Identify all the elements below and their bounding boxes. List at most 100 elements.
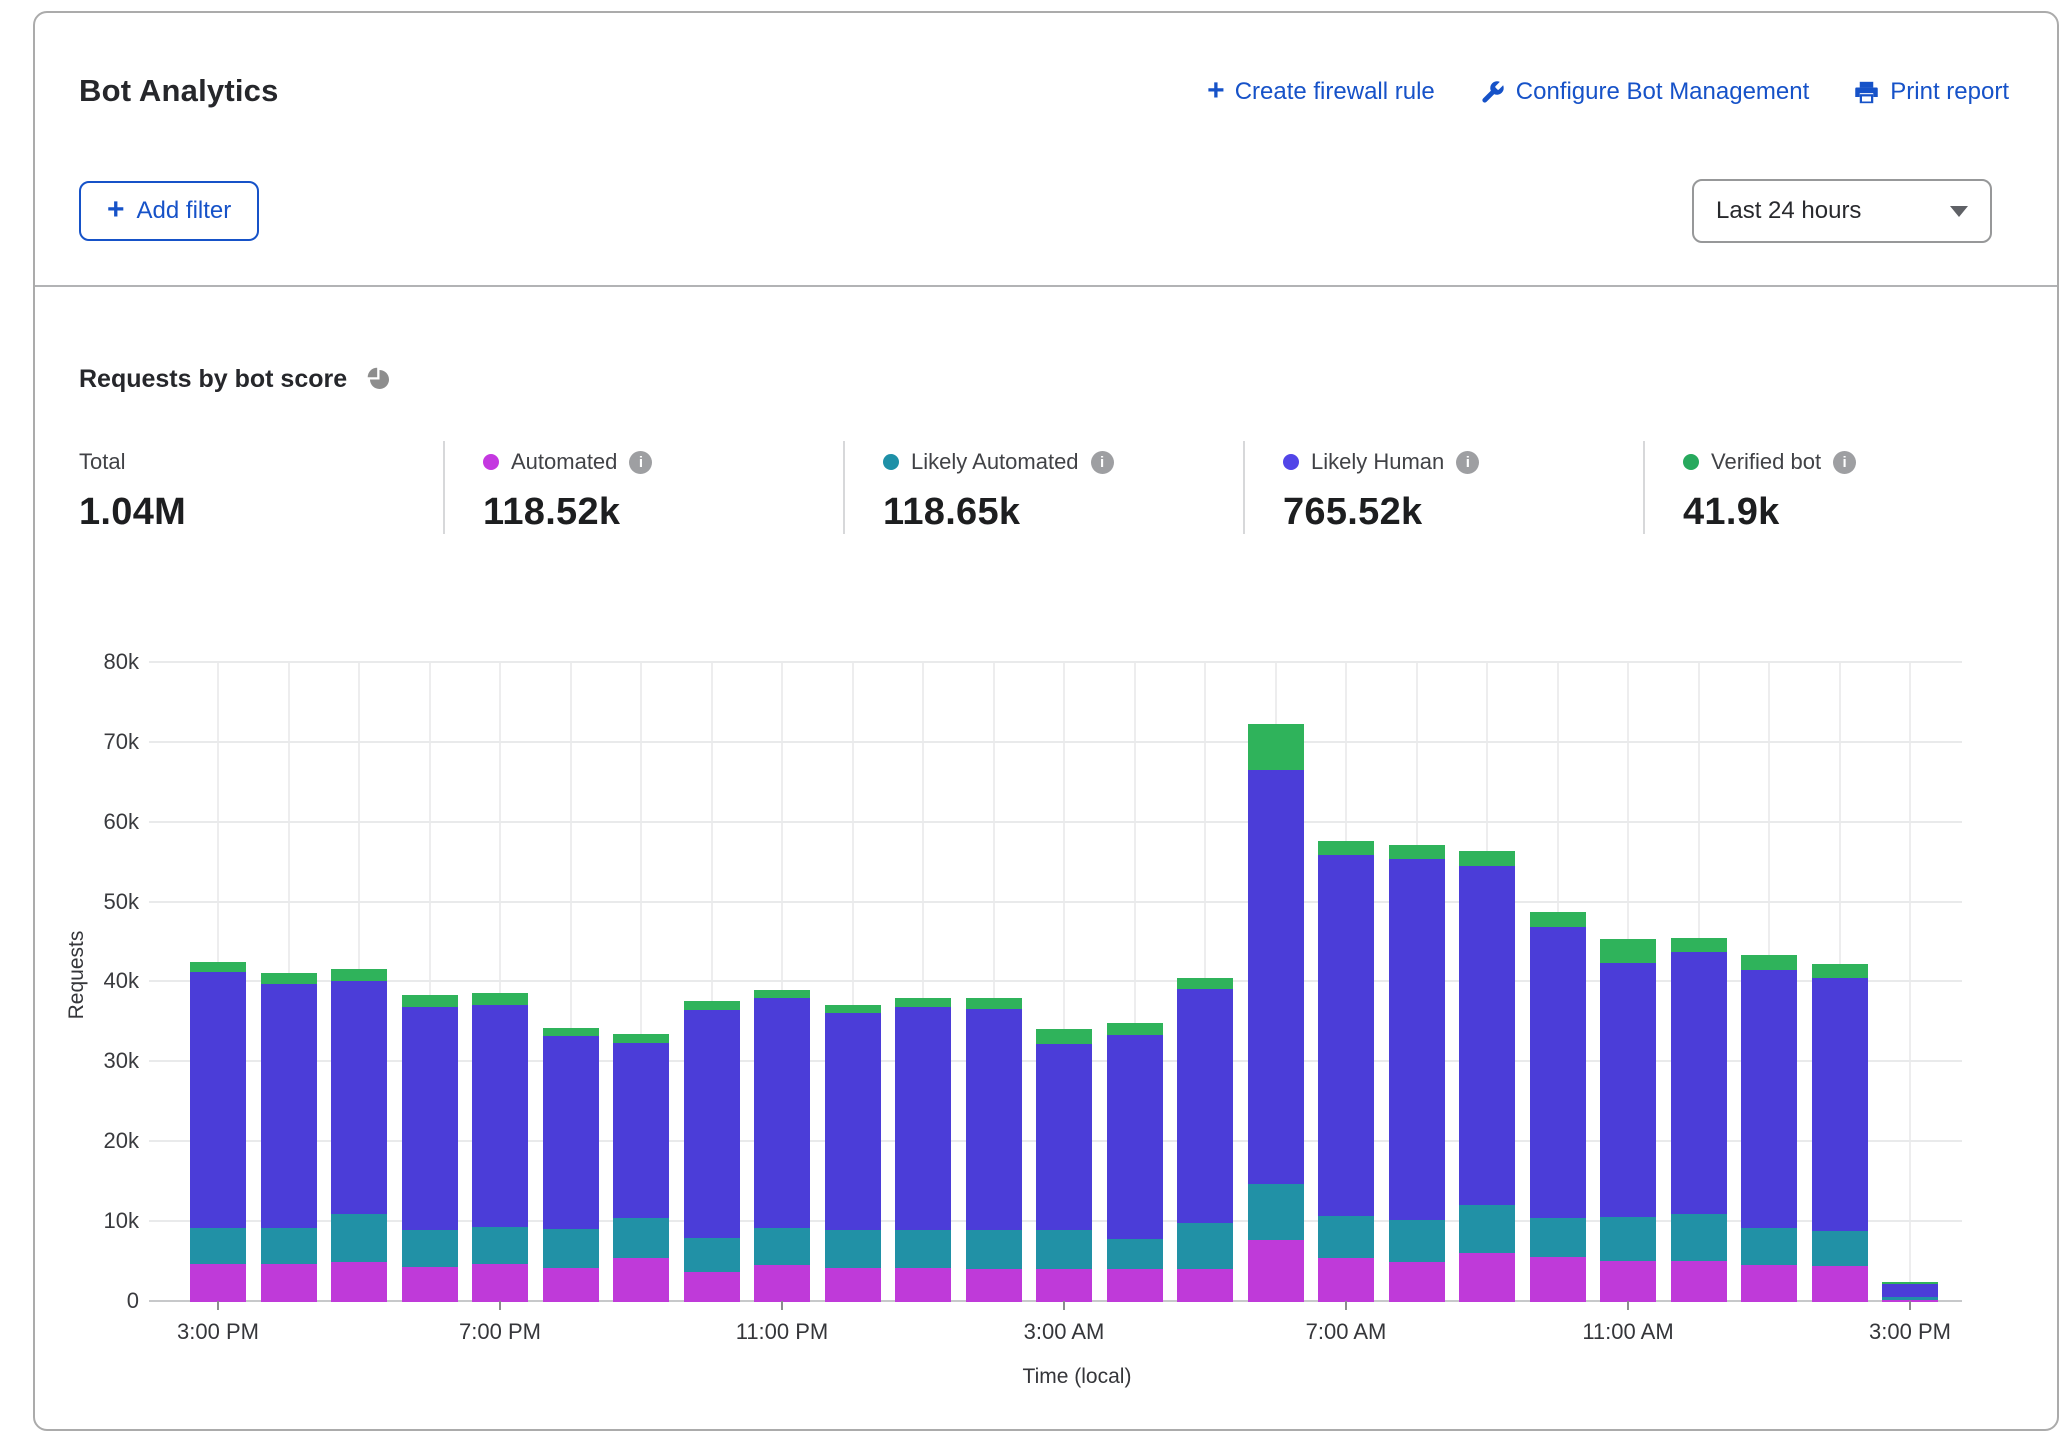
bar-11-00-pm[interactable]	[754, 990, 810, 1302]
stat-label: Likely Human	[1311, 449, 1444, 475]
chevron-down-icon	[1950, 206, 1968, 217]
bar-7-00-am[interactable]	[1318, 841, 1374, 1302]
add-filter-button[interactable]: + Add filter	[79, 181, 259, 241]
bar-5-00-am[interactable]	[1177, 978, 1233, 1302]
bar-segment-likely-automated	[472, 1227, 528, 1264]
bar-segment-likely-automated	[1389, 1220, 1445, 1262]
info-icon[interactable]: i	[1456, 451, 1479, 474]
stats-row: Total1.04MAutomatedi118.52kLikely Automa…	[79, 441, 2003, 534]
time-range-select[interactable]: Last 24 hours	[1692, 179, 1992, 243]
bar-segment-automated	[966, 1269, 1022, 1302]
bar-segment-verified-bot	[1600, 939, 1656, 963]
legend-dot	[1283, 454, 1299, 470]
x-axis-tick	[1909, 1301, 1911, 1310]
bar-12-00-pm[interactable]	[1671, 938, 1727, 1302]
section-title: Requests by bot score	[79, 365, 347, 394]
bar-4-00-am[interactable]	[1107, 1023, 1163, 1302]
bar-segment-automated	[613, 1258, 669, 1302]
info-icon[interactable]: i	[1091, 451, 1114, 474]
bar-segment-automated	[472, 1264, 528, 1302]
stat-value: 118.65k	[883, 491, 1243, 534]
bar-segment-likely-automated	[1177, 1223, 1233, 1269]
bar-segment-likely-automated	[543, 1229, 599, 1267]
legend-dot	[883, 454, 899, 470]
bar-10-00-am[interactable]	[1530, 912, 1586, 1302]
configure-bot-management-link[interactable]: Configure Bot Management	[1479, 78, 1810, 106]
bar-1-00-pm[interactable]	[1741, 955, 1797, 1302]
bar-segment-likely-automated	[402, 1230, 458, 1267]
bar-segment-likely-automated	[1318, 1216, 1374, 1258]
x-axis-tick	[1063, 1301, 1065, 1310]
bot-analytics-card: Bot Analytics + Create firewall rule Con…	[33, 11, 2059, 1431]
bar-segment-likely-human	[1671, 952, 1727, 1214]
y-tick-label: 30k	[53, 1048, 139, 1074]
bar-segment-likely-human	[472, 1005, 528, 1227]
x-tick-label: 7:00 PM	[420, 1319, 580, 1345]
bar-segment-verified-bot	[1318, 841, 1374, 855]
bar-segment-likely-human	[1530, 927, 1586, 1219]
info-icon[interactable]: i	[1833, 451, 1856, 474]
bar-8-00-am[interactable]	[1389, 845, 1445, 1302]
bar-9-00-am[interactable]	[1459, 851, 1515, 1302]
page-title: Bot Analytics	[79, 73, 279, 109]
bar-3-00-pm[interactable]	[1882, 1282, 1938, 1302]
bar-4-00-pm[interactable]	[261, 973, 317, 1302]
x-axis-title: Time (local)	[1023, 1365, 1132, 1389]
bar-2-00-am[interactable]	[966, 998, 1022, 1302]
header-actions: + Create firewall rule Configure Bot Man…	[1207, 77, 2009, 107]
bar-segment-likely-human	[1741, 970, 1797, 1229]
x-axis-tick	[1627, 1301, 1629, 1310]
bar-7-00-pm[interactable]	[472, 993, 528, 1302]
bar-segment-likely-human	[1248, 770, 1304, 1184]
bar-9-00-pm[interactable]	[613, 1034, 669, 1302]
printer-icon	[1853, 79, 1880, 106]
plus-icon: +	[1207, 76, 1225, 106]
bar-segment-likely-human	[1600, 963, 1656, 1217]
bar-segment-verified-bot	[261, 973, 317, 984]
bar-segment-automated	[1530, 1257, 1586, 1302]
bar-6-00-pm[interactable]	[402, 995, 458, 1302]
vertical-gridline	[1909, 663, 1911, 1302]
x-tick-label: 11:00 PM	[702, 1319, 862, 1345]
x-tick-label: 3:00 PM	[138, 1319, 298, 1345]
bar-segment-likely-automated	[261, 1228, 317, 1264]
bar-segment-likely-human	[684, 1010, 740, 1239]
bar-segment-likely-automated	[331, 1214, 387, 1262]
bar-segment-likely-automated	[190, 1228, 246, 1264]
bar-3-00-am[interactable]	[1036, 1029, 1092, 1302]
bar-2-00-pm[interactable]	[1812, 964, 1868, 1302]
print-report-link[interactable]: Print report	[1853, 78, 2009, 106]
legend-dot	[1683, 454, 1699, 470]
bar-segment-likely-automated	[1812, 1231, 1868, 1266]
time-range-value: Last 24 hours	[1716, 197, 1861, 225]
bar-5-00-pm[interactable]	[331, 969, 387, 1302]
y-tick-label: 0	[53, 1288, 139, 1314]
info-icon[interactable]: i	[629, 451, 652, 474]
bar-segment-automated	[825, 1268, 881, 1302]
bar-segment-likely-human	[1036, 1044, 1092, 1230]
y-tick-label: 20k	[53, 1128, 139, 1154]
create-firewall-rule-link[interactable]: + Create firewall rule	[1207, 77, 1435, 107]
bar-segment-automated	[1318, 1258, 1374, 1302]
header-divider	[35, 285, 2057, 287]
stat-verified-bot: Verified bot i 41.9k	[1643, 441, 2003, 534]
stat-automated: Automatedi118.52k	[443, 441, 843, 534]
bar-segment-automated	[1036, 1269, 1092, 1302]
bar-segment-verified-bot	[472, 993, 528, 1005]
bar-12-00-am[interactable]	[825, 1005, 881, 1302]
stat-label: Verified bot	[1711, 449, 1821, 475]
bar-segment-verified-bot	[754, 990, 810, 998]
bar-segment-likely-human	[261, 984, 317, 1228]
bar-8-00-pm[interactable]	[543, 1028, 599, 1302]
bar-3-00-pm[interactable]	[190, 962, 246, 1302]
stat-value: 41.9k	[1683, 491, 2003, 534]
x-axis-tick	[1345, 1301, 1347, 1310]
plus-icon: +	[107, 195, 125, 225]
bar-segment-likely-human	[1812, 978, 1868, 1231]
bar-segment-likely-automated	[1248, 1184, 1304, 1240]
bar-10-00-pm[interactable]	[684, 1001, 740, 1302]
bar-segment-likely-automated	[895, 1230, 951, 1268]
bar-6-00-am[interactable]	[1248, 724, 1304, 1302]
bar-11-00-am[interactable]	[1600, 939, 1656, 1302]
bar-1-00-am[interactable]	[895, 998, 951, 1302]
